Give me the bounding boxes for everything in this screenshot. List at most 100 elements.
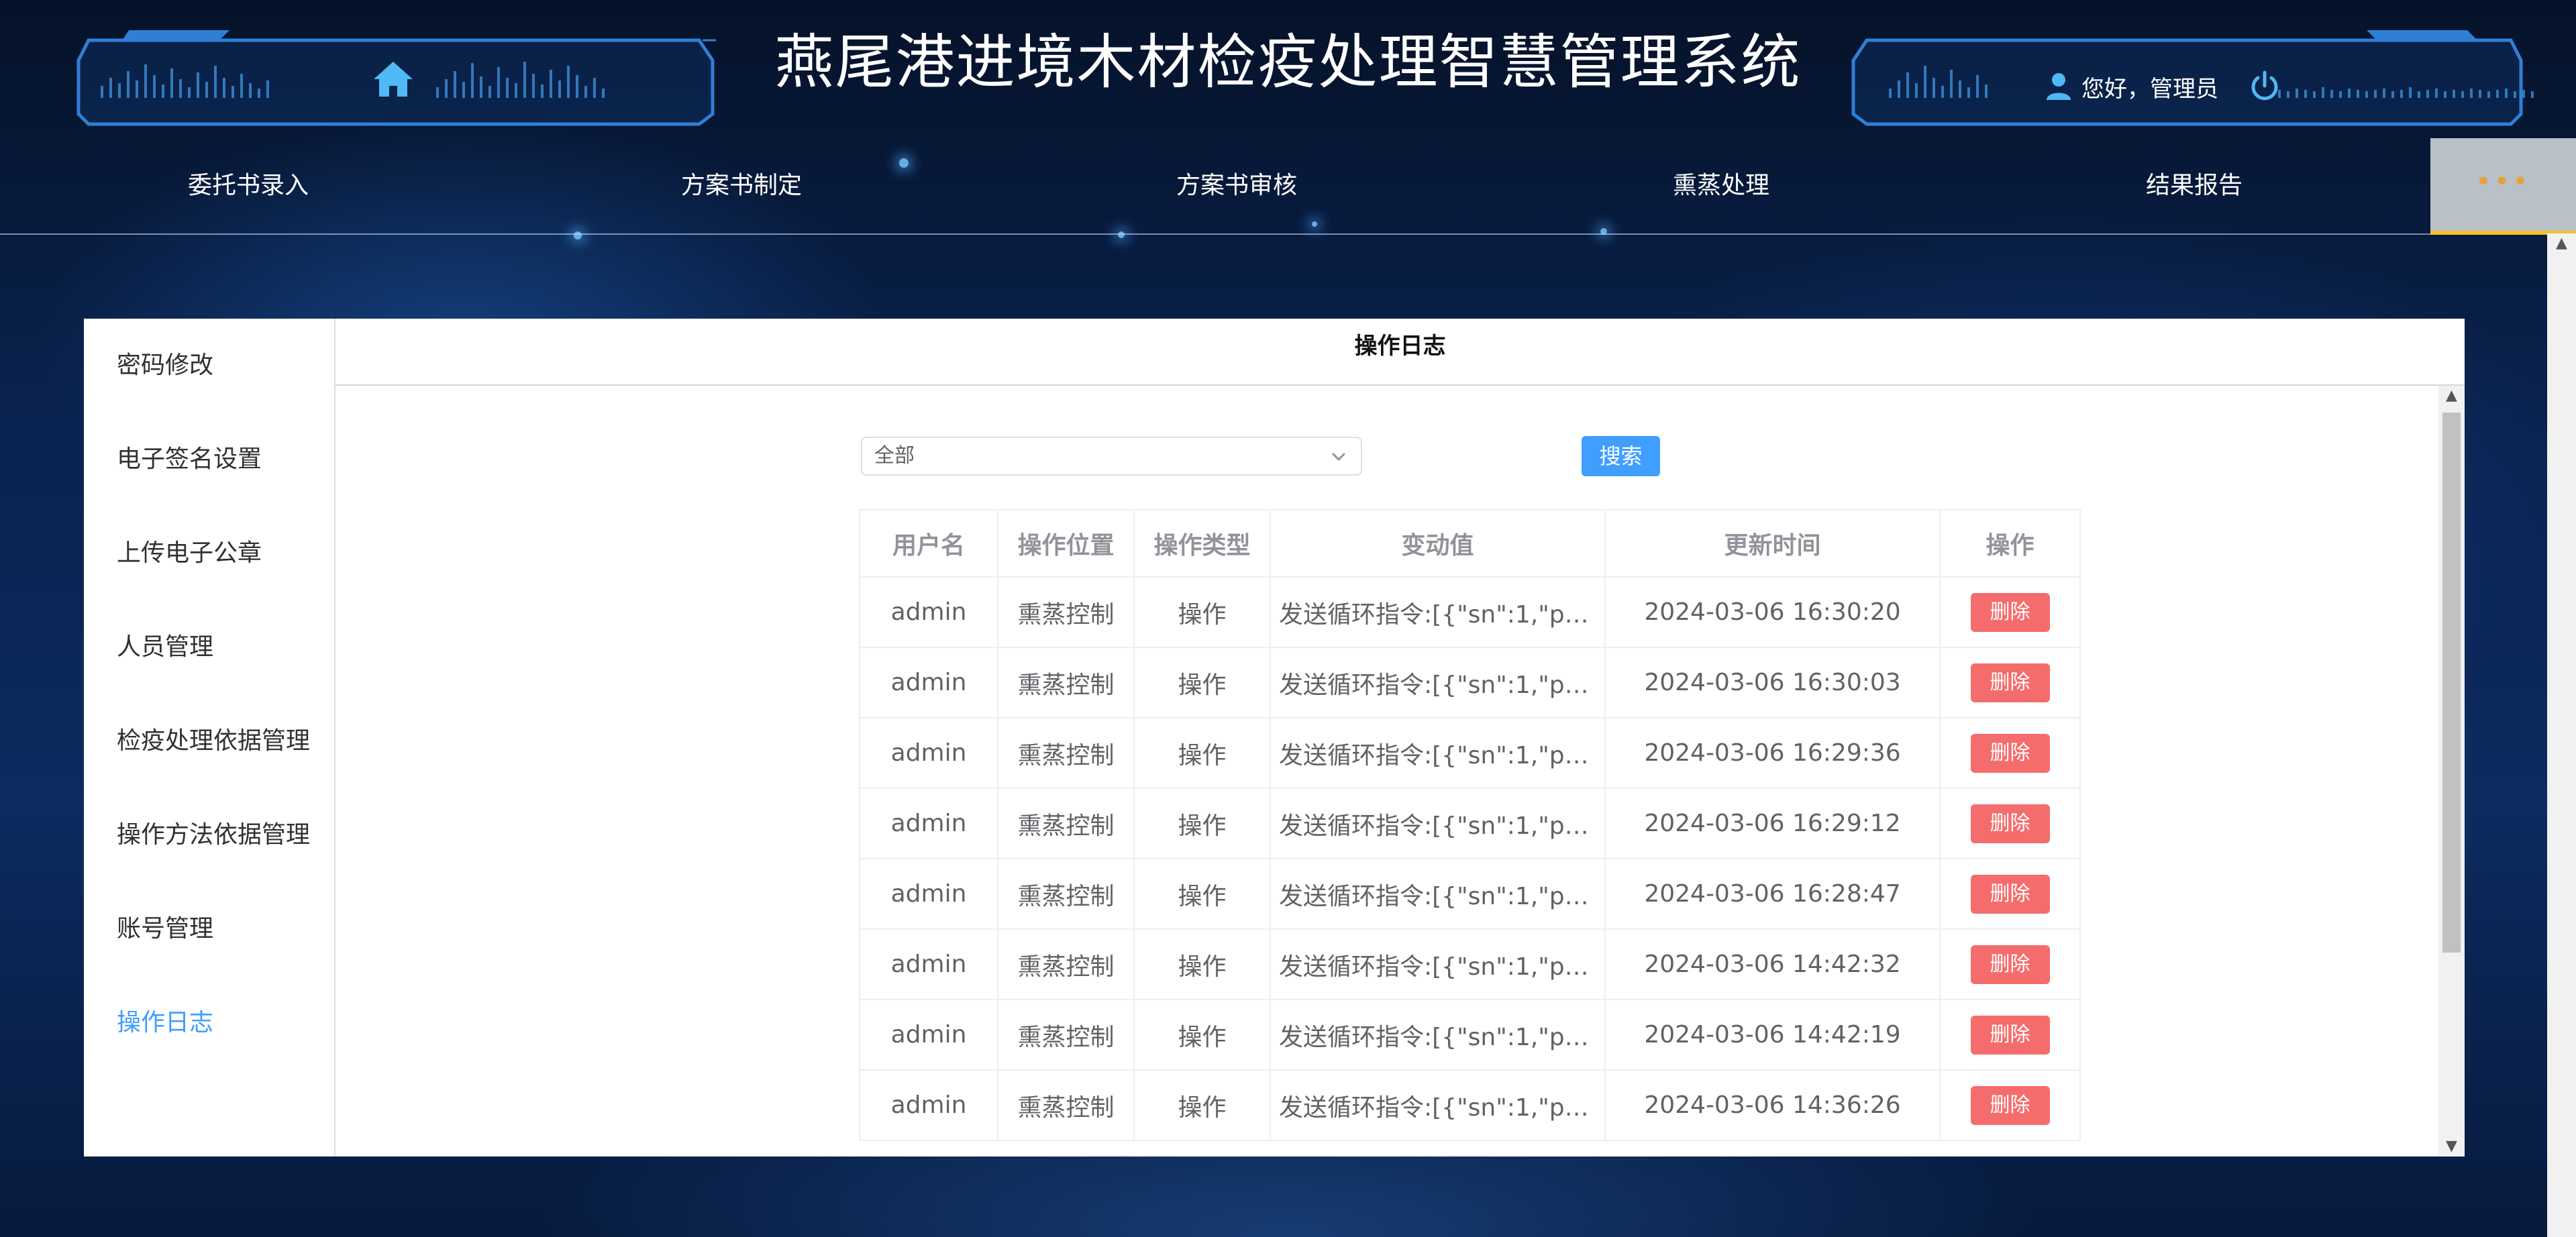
- content-area: 操作日志 全部 搜索 用户名 操作位置 操作类型 变动值 更新时间 操作 adm…: [336, 319, 2465, 1157]
- cell-username: admin: [859, 1069, 998, 1141]
- cell-type: 操作: [1133, 647, 1271, 718]
- cell-type: 操作: [1133, 788, 1271, 859]
- cell-update-time: 2024-03-06 16:30:03: [1604, 647, 1941, 718]
- power-icon[interactable]: [2248, 70, 2281, 103]
- nav-item-plan-create[interactable]: 方案书制定: [641, 138, 842, 233]
- cell-change-value: 发送循环指令:[{"sn":1,"po...: [1270, 928, 1606, 1000]
- table-header-row: 用户名 操作位置 操作类型 变动值 更新时间 操作: [859, 509, 2081, 578]
- cell-username: admin: [859, 788, 998, 859]
- cell-change-value: 发送循环指令:[{"sn":1,"po...: [1270, 1069, 1606, 1141]
- cell-change-value: 发送循环指令:[{"sn":1,"po...: [1270, 788, 1606, 859]
- delete-button[interactable]: 删除: [1970, 1085, 2050, 1125]
- column-header-update-time: 更新时间: [1604, 509, 1941, 578]
- user-greeting: 您好，管理员: [2081, 75, 2218, 103]
- sidebar-item-operation-log[interactable]: 操作日志: [117, 1003, 213, 1043]
- main-panel: 密码修改 电子签名设置 上传电子公章 人员管理 检疫处理依据管理 操作方法依据管…: [84, 319, 2465, 1157]
- cell-action: 删除: [1939, 717, 2081, 789]
- nav-item-result-report[interactable]: 结果报告: [2094, 138, 2295, 233]
- cell-action: 删除: [1939, 1069, 2081, 1141]
- delete-button[interactable]: 删除: [1970, 663, 2050, 702]
- signal-bars-right: [1889, 59, 1988, 98]
- sidebar-item-password[interactable]: 密码修改: [117, 345, 213, 386]
- cell-action: 删除: [1939, 928, 2081, 1000]
- delete-button[interactable]: 删除: [1970, 804, 2050, 843]
- column-header-username: 用户名: [859, 509, 998, 578]
- page-scroll-up-arrow-icon[interactable]: ▲: [2547, 233, 2576, 254]
- cell-username: admin: [859, 576, 998, 648]
- user-icon: [2047, 73, 2071, 100]
- cell-action: 删除: [1939, 999, 2081, 1071]
- nav-item-fumigation[interactable]: 熏蒸处理: [1620, 138, 1822, 233]
- table-row: admin 熏蒸控制 操作 发送循环指令:[{"sn":1,"po... 202…: [859, 717, 2081, 789]
- cell-username: admin: [859, 999, 998, 1071]
- sidebar-item-accounts[interactable]: 账号管理: [117, 909, 213, 949]
- cell-action: 删除: [1939, 788, 2081, 859]
- cell-change-value: 发送循环指令:[{"sn":1,"po...: [1270, 717, 1606, 789]
- scroll-up-arrow-icon[interactable]: ▲: [2438, 386, 2465, 406]
- operation-log-table: 用户名 操作位置 操作类型 变动值 更新时间 操作 admin 熏蒸控制 操作 …: [859, 509, 2081, 1141]
- cell-location: 熏蒸控制: [997, 576, 1135, 648]
- type-filter-select[interactable]: 全部: [861, 437, 1362, 476]
- cell-type: 操作: [1133, 999, 1271, 1071]
- cell-username: admin: [859, 928, 998, 1000]
- user-area: 您好，管理员: [2045, 66, 2281, 107]
- sidebar-item-personnel[interactable]: 人员管理: [117, 627, 213, 667]
- cell-action: 删除: [1939, 858, 2081, 930]
- chevron-down-icon: [1331, 452, 1346, 462]
- cell-change-value: 发送循环指令:[{"sn":1,"po...: [1270, 858, 1606, 930]
- cell-change-value: 发送循环指令:[{"sn":1,"po...: [1270, 647, 1606, 718]
- column-header-action: 操作: [1939, 509, 2081, 578]
- cell-location: 熏蒸控制: [997, 1069, 1135, 1141]
- page-scrollbar[interactable]: ▲: [2547, 233, 2576, 1237]
- delete-button[interactable]: 删除: [1970, 1015, 2050, 1055]
- cell-location: 熏蒸控制: [997, 788, 1135, 859]
- cell-location: 熏蒸控制: [997, 717, 1135, 789]
- cell-update-time: 2024-03-06 16:29:12: [1604, 788, 1941, 859]
- cell-type: 操作: [1133, 576, 1271, 648]
- sidebar-item-e-signature[interactable]: 电子签名设置: [117, 439, 262, 480]
- sidebar: 密码修改 电子签名设置 上传电子公章 人员管理 检疫处理依据管理 操作方法依据管…: [84, 319, 336, 1157]
- cell-update-time: 2024-03-06 14:42:19: [1604, 999, 1941, 1071]
- more-icon: •••: [2475, 166, 2531, 197]
- scroll-thumb[interactable]: [2442, 413, 2461, 953]
- cell-update-time: 2024-03-06 16:30:20: [1604, 576, 1941, 648]
- sidebar-item-upload-seal[interactable]: 上传电子公章: [117, 533, 262, 574]
- content-scrollbar[interactable]: ▲ ▼: [2438, 386, 2465, 1157]
- cell-type: 操作: [1133, 858, 1271, 930]
- type-filter-value: 全部: [874, 444, 915, 468]
- cell-change-value: 发送循环指令:[{"sn":1,"po...: [1270, 576, 1606, 648]
- nav-item-plan-review[interactable]: 方案书审核: [1136, 138, 1337, 233]
- app-header: 燕尾港进境木材检疫处理智慧管理系统 您好，管理员: [0, 0, 2576, 134]
- cell-update-time: 2024-03-06 16:28:47: [1604, 858, 1941, 930]
- delete-button[interactable]: 删除: [1970, 733, 2050, 773]
- table-row: admin 熏蒸控制 操作 发送循环指令:[{"sn":1,"po... 202…: [859, 928, 2081, 1000]
- cell-update-time: 2024-03-06 14:42:32: [1604, 928, 1941, 1000]
- cell-action: 删除: [1939, 647, 2081, 718]
- cell-location: 熏蒸控制: [997, 647, 1135, 718]
- table-row: admin 熏蒸控制 操作 发送循环指令:[{"sn":1,"po... 202…: [859, 1069, 2081, 1141]
- table-row: admin 熏蒸控制 操作 发送循环指令:[{"sn":1,"po... 202…: [859, 858, 2081, 930]
- search-button[interactable]: 搜索: [1582, 436, 1660, 476]
- cell-username: admin: [859, 647, 998, 718]
- scroll-down-arrow-icon[interactable]: ▼: [2438, 1136, 2465, 1157]
- column-header-change-value: 变动值: [1270, 509, 1606, 578]
- cell-update-time: 2024-03-06 14:36:26: [1604, 1069, 1941, 1141]
- nav-more-button[interactable]: •••: [2430, 138, 2576, 235]
- cell-username: admin: [859, 717, 998, 789]
- delete-button[interactable]: 删除: [1970, 945, 2050, 984]
- sidebar-item-quarantine-basis[interactable]: 检疫处理依据管理: [117, 721, 310, 761]
- sidebar-item-method-basis[interactable]: 操作方法依据管理: [117, 815, 310, 855]
- column-header-type: 操作类型: [1133, 509, 1271, 578]
- column-header-location: 操作位置: [997, 509, 1135, 578]
- cell-location: 熏蒸控制: [997, 999, 1135, 1071]
- cell-location: 熏蒸控制: [997, 858, 1135, 930]
- page-title: 操作日志: [336, 319, 2465, 386]
- delete-button[interactable]: 删除: [1970, 874, 2050, 914]
- table-row: admin 熏蒸控制 操作 发送循环指令:[{"sn":1,"po... 202…: [859, 576, 2081, 648]
- cell-username: admin: [859, 858, 998, 930]
- delete-button[interactable]: 删除: [1970, 592, 2050, 632]
- cell-update-time: 2024-03-06 16:29:36: [1604, 717, 1941, 789]
- cell-type: 操作: [1133, 717, 1271, 789]
- nav-item-entrust-entry[interactable]: 委托书录入: [148, 138, 349, 233]
- cell-location: 熏蒸控制: [997, 928, 1135, 1000]
